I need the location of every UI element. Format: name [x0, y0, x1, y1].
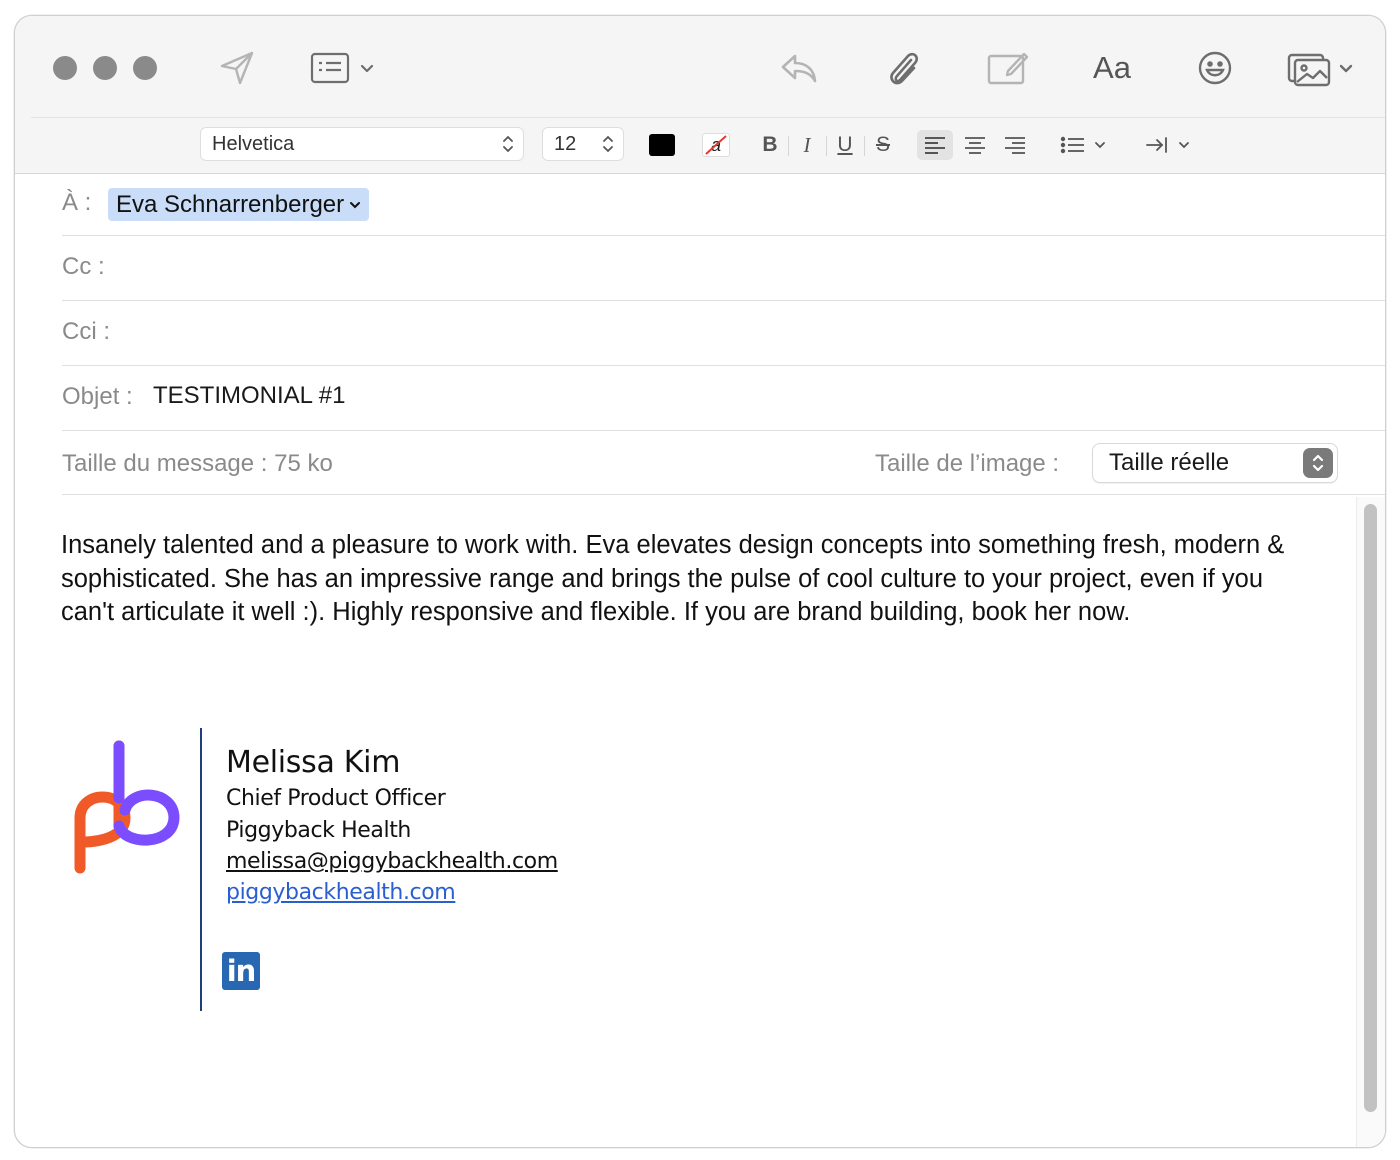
font-family-value: Helvetica	[212, 132, 295, 155]
field-divider	[62, 300, 1385, 301]
updown-chevron-icon	[1303, 448, 1333, 478]
indent-icon[interactable]	[1143, 130, 1197, 160]
close-window-button[interactable]	[53, 56, 77, 80]
format-aa-button[interactable]: Aa	[1087, 46, 1137, 90]
message-body-text[interactable]: Insanely talented and a pleasure to work…	[61, 529, 1311, 630]
updown-chevron-icon	[502, 134, 514, 160]
image-size-value: Taille réelle	[1109, 449, 1230, 476]
send-icon[interactable]	[215, 46, 259, 90]
chevron-down-icon	[350, 201, 361, 208]
piggyback-health-logo	[73, 738, 187, 874]
field-divider	[62, 430, 1385, 431]
list-style-icon[interactable]	[1059, 130, 1113, 160]
strikethrough-button[interactable]: S	[870, 130, 896, 160]
bold-button[interactable]: B	[757, 130, 783, 160]
field-divider	[62, 365, 1385, 366]
toolbar: Aa Helvetica 12 B I U S	[15, 16, 1385, 174]
italic-button[interactable]: I	[794, 130, 820, 160]
linkedin-icon[interactable]: in	[222, 952, 260, 990]
toolbar-separator	[31, 117, 1385, 118]
text-color-swatch[interactable]	[647, 130, 677, 160]
to-recipient-token[interactable]: Eva Schnarrenberger	[108, 188, 370, 221]
subject-input[interactable]: TESTIMONIAL #1	[153, 382, 346, 410]
field-divider	[62, 235, 1385, 236]
signature-divider	[200, 728, 202, 1011]
font-size-value: 12	[554, 132, 577, 155]
attachment-icon[interactable]	[881, 46, 925, 90]
mail-compose-window: Aa Helvetica 12 B I U S À: Eva Schnarre…	[14, 15, 1386, 1148]
signature-company: Piggyback Health	[226, 818, 411, 843]
zoom-window-button[interactable]	[133, 56, 157, 80]
bcc-label: Cci :	[62, 318, 110, 345]
font-family-select[interactable]: Helvetica	[200, 127, 524, 161]
scrollbar-thumb[interactable]	[1364, 504, 1377, 1112]
header-fields-menu-button[interactable]	[310, 46, 380, 90]
align-left-icon[interactable]	[917, 130, 953, 160]
image-size-label: Taille de l’image :	[875, 450, 1060, 477]
message-size-text: Taille du message : 75 ko	[62, 450, 333, 477]
updown-chevron-icon	[602, 134, 614, 160]
align-center-icon[interactable]	[957, 130, 993, 160]
emoji-icon[interactable]	[1195, 46, 1235, 90]
highlight-color-button[interactable]: a	[700, 130, 732, 160]
minimize-window-button[interactable]	[93, 56, 117, 80]
align-right-icon[interactable]	[997, 130, 1033, 160]
underline-button[interactable]: U	[832, 130, 858, 160]
signature-title: Chief Product Officer	[226, 786, 446, 811]
to-label: À :	[62, 189, 92, 216]
image-size-select[interactable]: Taille réelle	[1092, 443, 1338, 483]
signature-email-link[interactable]: melissa@piggybackhealth.com	[226, 849, 558, 874]
cc-input[interactable]	[125, 242, 1365, 286]
format-separator	[826, 136, 827, 156]
format-separator	[788, 136, 789, 156]
font-size-select[interactable]: 12	[542, 127, 624, 161]
reply-icon[interactable]	[777, 46, 821, 90]
markup-icon[interactable]	[985, 46, 1031, 90]
subject-label: Objet :	[62, 383, 133, 410]
photo-browser-icon[interactable]	[1287, 46, 1359, 90]
signature-name: Melissa Kim	[226, 745, 401, 780]
to-recipient-name: Eva Schnarrenberger	[116, 190, 345, 218]
signature-website-link[interactable]: piggybackhealth.com	[226, 880, 456, 905]
field-divider	[62, 494, 1385, 495]
format-aa-label: Aa	[1093, 50, 1131, 85]
cc-label: Cc :	[62, 253, 105, 280]
bcc-input[interactable]	[130, 307, 1370, 351]
format-separator	[864, 136, 865, 156]
